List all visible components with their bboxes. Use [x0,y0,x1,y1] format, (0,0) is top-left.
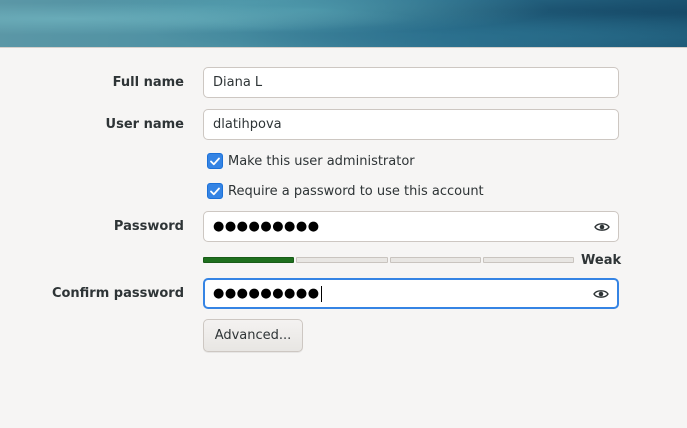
user-name-value: dlatihpova [213,117,282,132]
text-cursor [320,285,322,302]
admin-checkbox-row[interactable]: Make this user administrator [207,152,415,170]
password-strength-label: Weak [581,253,622,268]
full-name-field[interactable]: Diana L [203,67,619,98]
strength-segment [203,257,295,263]
admin-checkbox[interactable] [207,153,223,169]
checkmark-icon [210,157,220,165]
full-name-value: Diana L [213,75,263,90]
password-field[interactable]: ●●●●●●●●● [203,211,619,242]
strength-segment [482,257,574,263]
header-banner [0,0,687,48]
password-strength-bar [203,257,574,263]
strength-segment [389,257,481,263]
eye-icon[interactable] [594,221,610,233]
admin-checkbox-label: Make this user administrator [228,153,415,169]
eye-icon[interactable] [593,288,609,300]
strength-segment [296,257,388,263]
confirm-password-field[interactable]: ●●●●●●●●● [203,278,619,309]
password-label: Password [113,219,184,234]
confirm-password-masked-value: ●●●●●●●●● [213,286,320,301]
require-password-checkbox-row[interactable]: Require a password to use this account [207,182,484,200]
advanced-button[interactable]: Advanced... [203,319,303,352]
user-name-label: User name [105,117,184,132]
password-masked-value: ●●●●●●●●● [213,219,320,234]
checkmark-icon [210,187,220,195]
user-name-field[interactable]: dlatihpova [203,109,619,140]
require-password-checkbox[interactable] [207,183,223,199]
confirm-password-label: Confirm password [51,286,184,301]
require-password-checkbox-label: Require a password to use this account [228,183,484,199]
full-name-label: Full name [112,75,184,90]
